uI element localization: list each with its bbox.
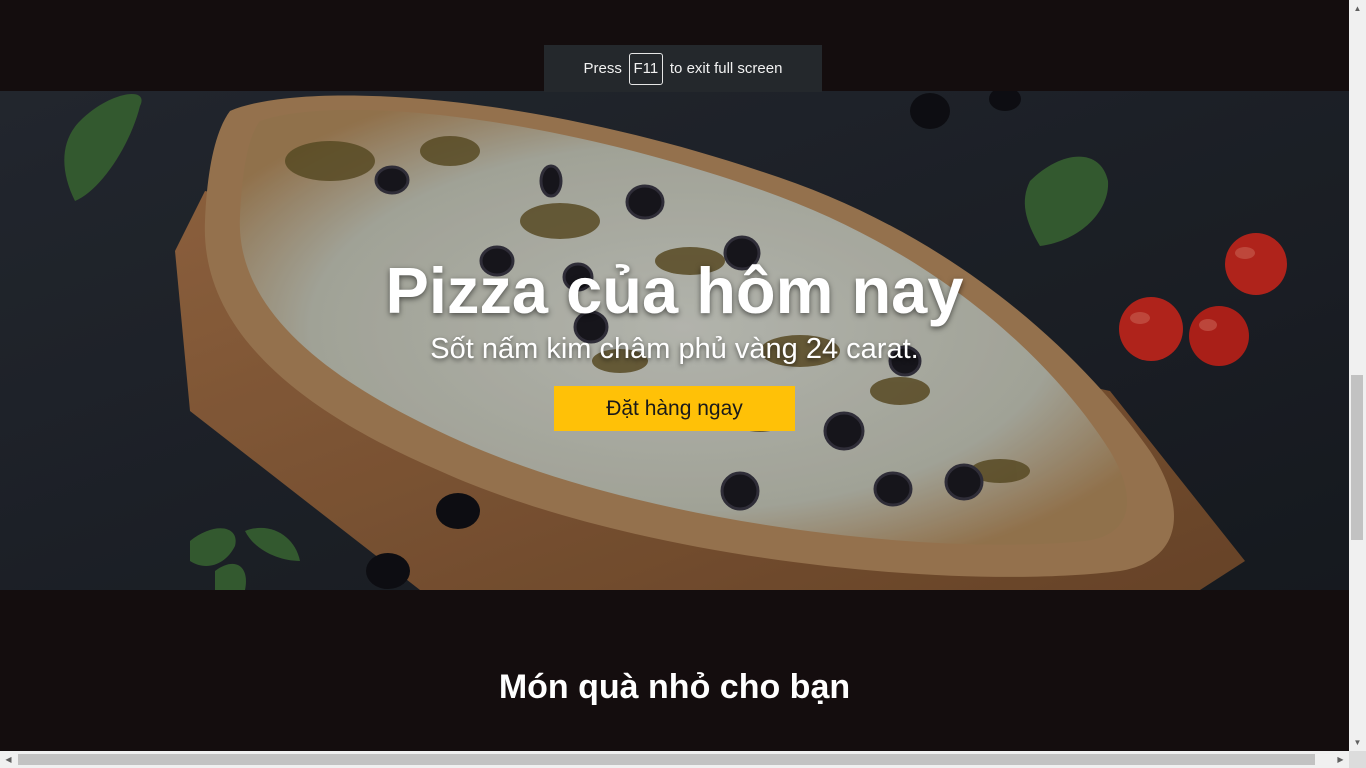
hero-content: Pizza của hôm nay Sốt nấm kim châm phủ v… [0, 253, 1349, 431]
order-now-button[interactable]: Đặt hàng ngay [554, 386, 795, 431]
scroll-right-arrow-icon[interactable]: ▶ [1332, 751, 1349, 768]
fullscreen-notice-prefix: Press [583, 60, 622, 77]
scrollbar-corner [1349, 751, 1366, 768]
hero-title: Pizza của hôm nay [385, 254, 964, 327]
vertical-scroll-thumb[interactable] [1351, 375, 1363, 540]
horizontal-scrollbar[interactable]: ◀ ▶ [0, 751, 1349, 768]
scroll-up-arrow-icon[interactable]: ▲ [1349, 0, 1366, 17]
horizontal-scroll-thumb[interactable] [18, 754, 1315, 765]
fullscreen-exit-notice: Press F11 to exit full screen [544, 45, 822, 92]
scroll-down-arrow-icon[interactable]: ▼ [1349, 734, 1366, 751]
hero-banner: Pizza của hôm nay Sốt nấm kim châm phủ v… [0, 91, 1349, 590]
vertical-scrollbar[interactable]: ▲ ▼ [1349, 0, 1366, 751]
scroll-left-arrow-icon[interactable]: ◀ [0, 751, 17, 768]
fullscreen-notice-suffix: to exit full screen [669, 60, 783, 77]
page: Press F11 to exit full screen Pizza của … [0, 0, 1349, 751]
hero-subtitle: Sốt nấm kim châm phủ vàng 24 carat. [430, 333, 919, 365]
gift-section-title: Món quà nhỏ cho bạn [498, 668, 851, 706]
f11-key-badge: F11 [628, 52, 663, 85]
